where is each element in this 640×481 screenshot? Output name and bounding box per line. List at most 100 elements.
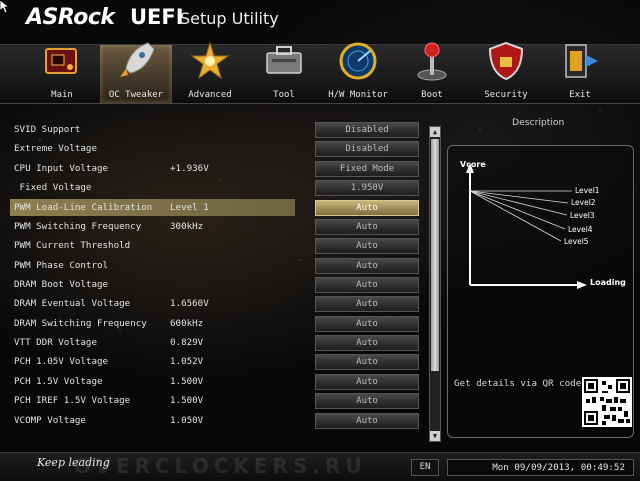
- uefi-label: UEFI: [130, 5, 184, 29]
- setting-row-dram-eventual-voltage[interactable]: DRAM Eventual Voltage 1.6560V: [10, 295, 295, 312]
- scroll-up-arrow-icon[interactable]: ▲: [430, 127, 440, 137]
- setting-row-pch-105v-voltage[interactable]: PCH 1.05V Voltage 1.052V: [10, 353, 295, 370]
- option-pch-15v-voltage[interactable]: Auto: [315, 374, 419, 390]
- setting-row-dram-boot-voltage[interactable]: DRAM Boot Voltage: [10, 276, 295, 293]
- asrock-logo: ASRock: [26, 5, 115, 30]
- option-dram-eventual-voltage[interactable]: Auto: [315, 296, 419, 312]
- option-dram-boot-voltage[interactable]: Auto: [315, 277, 419, 293]
- setting-name: PWM Current Threshold: [14, 240, 131, 251]
- level2-label: Level2: [571, 198, 596, 207]
- radar-icon: [339, 42, 377, 80]
- level4-label: Level4: [568, 225, 593, 234]
- setting-name: PWM Phase Control: [14, 260, 109, 271]
- setting-row-dram-switching-frequency[interactable]: DRAM Switching Frequency 600kHz: [10, 315, 295, 332]
- setup-utility-title: Setup Utility: [180, 9, 279, 28]
- qr-code-image: [582, 377, 632, 427]
- shield-icon: [488, 41, 524, 81]
- setting-name: CPU Input Voltage: [14, 163, 109, 174]
- language-button[interactable]: EN: [411, 459, 439, 476]
- level5-line: [469, 190, 562, 242]
- option-pch-105v-voltage[interactable]: Auto: [315, 354, 419, 370]
- load-line-diagram: Vcore Loading Level1 Level2 Level3 Level…: [460, 160, 626, 289]
- tab-advanced[interactable]: Advanced: [174, 41, 246, 103]
- setting-row-extreme-voltage[interactable]: Extreme Voltage: [10, 140, 295, 157]
- rocket-icon: [120, 42, 155, 77]
- setting-row-pwm-switching-frequency[interactable]: PWM Switching Frequency 300kHz: [10, 218, 295, 235]
- setting-row-vcomp-voltage[interactable]: VCOMP Voltage 1.050V: [10, 412, 295, 429]
- level1-label: Level1: [575, 186, 600, 195]
- option-cpu-input-voltage[interactable]: Fixed Mode: [315, 161, 419, 177]
- setting-name: PCH 1.5V Voltage: [14, 376, 103, 387]
- option-vcomp-voltage[interactable]: Auto: [315, 413, 419, 429]
- setting-value: 1.050V: [170, 415, 204, 426]
- setting-name: PWM Load-Line Calibration: [14, 202, 153, 213]
- qr-code-caption: Get details via QR code: [454, 378, 582, 389]
- setting-value: Level 1: [170, 202, 209, 213]
- setting-value: 1.500V: [170, 395, 204, 406]
- option-extreme-voltage[interactable]: Disabled: [315, 141, 419, 157]
- setting-name: PWM Switching Frequency: [14, 221, 142, 232]
- level5-label: Level5: [564, 237, 589, 246]
- tab-oc-tweaker-label: OC Tweaker: [108, 90, 164, 100]
- tab-hw-monitor[interactable]: H/W Monitor: [322, 42, 394, 103]
- tab-boot-label: Boot: [421, 90, 443, 100]
- tab-exit-label: Exit: [569, 90, 591, 100]
- setting-row-fixed-voltage[interactable]: Fixed Voltage: [10, 179, 295, 196]
- setting-name: SVID Support: [14, 124, 81, 135]
- setting-name: DRAM Switching Frequency: [14, 318, 147, 329]
- star-burst-icon: [190, 41, 230, 80]
- setting-row-svid-support[interactable]: SVID Support: [10, 121, 295, 138]
- scrollbar-thumb[interactable]: [431, 139, 439, 371]
- option-pwm-load-line-calibration[interactable]: Auto: [315, 200, 419, 216]
- setting-row-cpu-input-voltage[interactable]: CPU Input Voltage +1.936V: [10, 160, 295, 177]
- setting-row-pwm-load-line-calibration[interactable]: PWM Load-Line Calibration Level 1: [10, 199, 295, 216]
- tab-main[interactable]: Main: [26, 45, 98, 103]
- tab-tool[interactable]: Tool: [248, 45, 320, 103]
- tab-exit[interactable]: Exit: [544, 44, 616, 103]
- setting-value: 300kHz: [170, 221, 204, 232]
- exit-door-icon: [565, 44, 598, 78]
- joystick-icon: [417, 42, 447, 81]
- tab-main-label: Main: [51, 90, 73, 100]
- setting-value: 1.6560V: [170, 298, 209, 309]
- option-pwm-current-threshold[interactable]: Auto: [315, 238, 419, 254]
- setting-name: VCOMP Voltage: [14, 415, 86, 426]
- watermark: OVERCLOCKERS.RU: [74, 454, 367, 478]
- setting-name: PCH IREF 1.5V Voltage: [14, 395, 131, 406]
- setting-value: 600kHz: [170, 318, 204, 329]
- keep-leading-tagline: Keep leading: [37, 456, 110, 469]
- level3-label: Level3: [570, 211, 595, 220]
- tab-security[interactable]: Security: [470, 41, 542, 103]
- setting-name: Fixed Voltage: [14, 182, 92, 193]
- tab-oc-tweaker[interactable]: OC Tweaker: [100, 42, 172, 103]
- setting-name: Extreme Voltage: [14, 143, 97, 154]
- setting-value: +1.936V: [170, 163, 209, 174]
- tab-tool-label: Tool: [273, 90, 295, 100]
- toolbox-icon: [266, 46, 302, 74]
- setting-row-pch-15v-voltage[interactable]: PCH 1.5V Voltage 1.500V: [10, 373, 295, 390]
- option-fixed-voltage[interactable]: 1.950V: [315, 180, 419, 196]
- option-vtt-ddr-voltage[interactable]: Auto: [315, 335, 419, 351]
- settings-scrollbar[interactable]: ▲ ▼: [429, 126, 441, 442]
- setting-row-pwm-current-threshold[interactable]: PWM Current Threshold: [10, 237, 295, 254]
- option-pch-iref-15v-voltage[interactable]: Auto: [315, 393, 419, 409]
- setting-value: 0.829V: [170, 337, 204, 348]
- setting-value: 1.500V: [170, 376, 204, 387]
- tab-boot[interactable]: Boot: [396, 42, 468, 103]
- setting-value: 1.052V: [170, 356, 204, 367]
- description-title: Description: [512, 117, 565, 128]
- option-dram-switching-frequency[interactable]: Auto: [315, 316, 419, 332]
- setting-row-vtt-ddr-voltage[interactable]: VTT DDR Voltage 0.829V: [10, 334, 295, 351]
- date-time-display: Mon 09/09/2013, 00:49:52: [447, 459, 634, 476]
- scroll-down-arrow-icon[interactable]: ▼: [430, 431, 440, 441]
- x-axis-label: Loading: [590, 278, 626, 287]
- setting-name: PCH 1.05V Voltage: [14, 356, 109, 367]
- x-axis-arrow-icon: [577, 281, 587, 289]
- setting-row-pwm-phase-control[interactable]: PWM Phase Control: [10, 257, 295, 274]
- y-axis-label: Vcore: [460, 160, 486, 169]
- option-svid-support[interactable]: Disabled: [315, 122, 419, 138]
- option-pwm-phase-control[interactable]: Auto: [315, 258, 419, 274]
- setting-row-pch-iref-15v-voltage[interactable]: PCH IREF 1.5V Voltage 1.500V: [10, 392, 295, 409]
- option-pwm-switching-frequency[interactable]: Auto: [315, 219, 419, 235]
- main-navigation: Main OC Tweaker Advanced Tool H/W Monito…: [0, 41, 640, 104]
